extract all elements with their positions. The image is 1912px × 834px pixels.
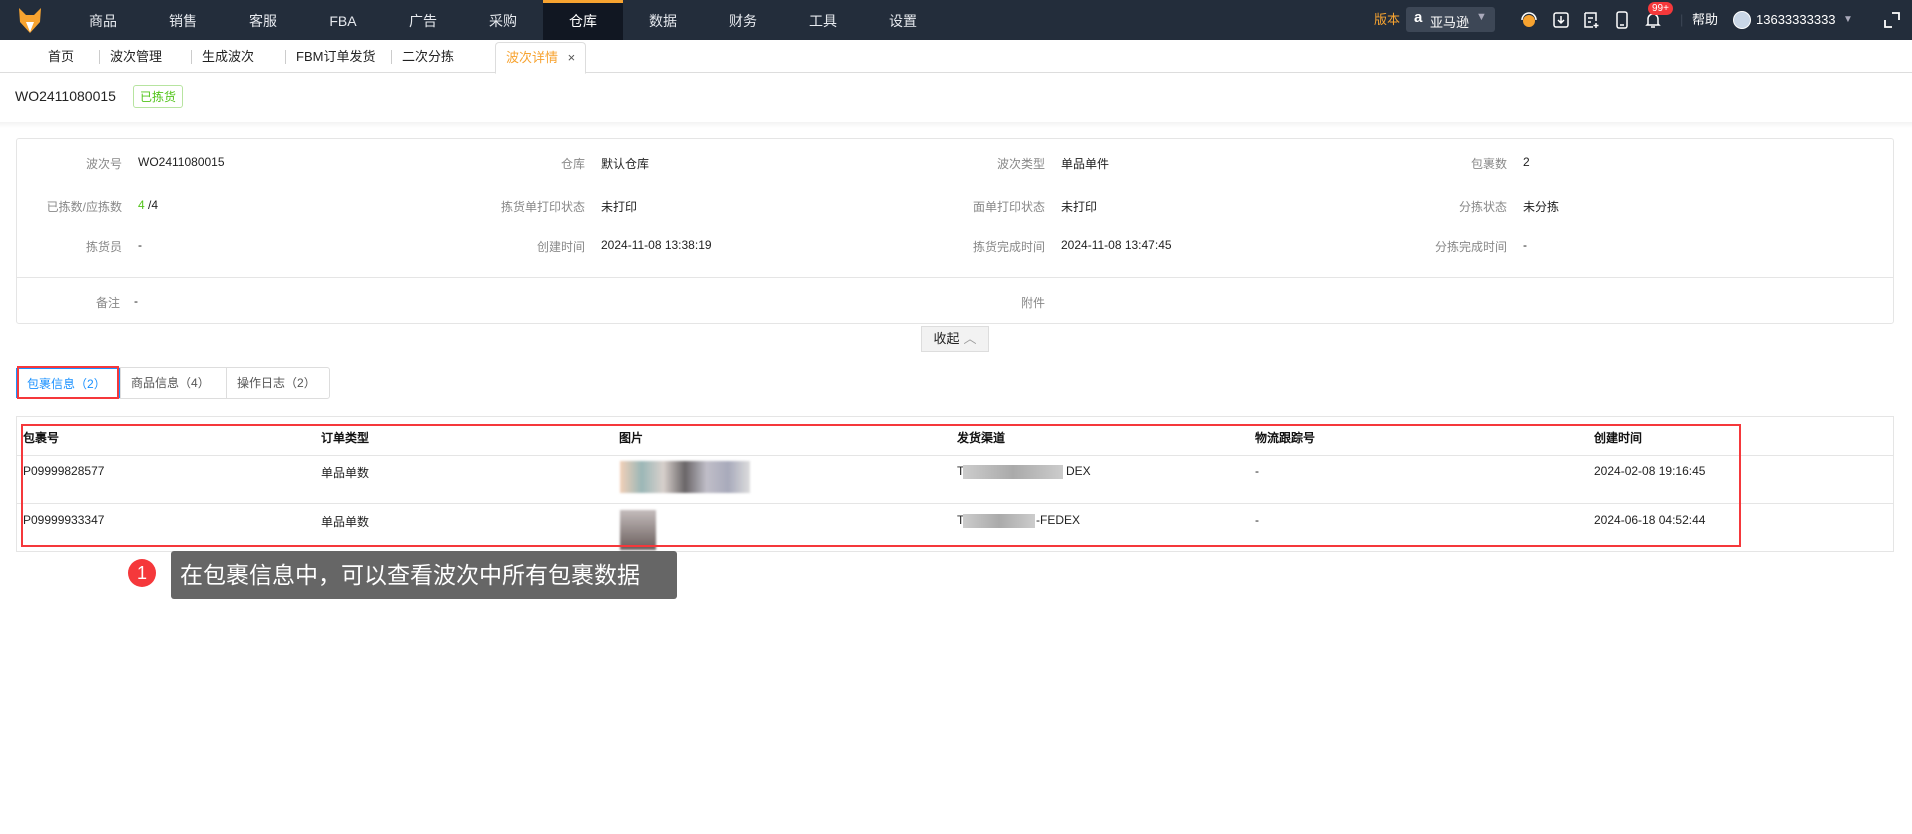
tab-label: 波次详情 bbox=[506, 50, 559, 65]
field-label: 分拣完成时间 bbox=[1434, 240, 1507, 254]
platform-label: 亚马逊 bbox=[1430, 15, 1470, 30]
nav-item[interactable]: 采购 bbox=[463, 0, 543, 40]
nav-item[interactable]: 商品 bbox=[63, 0, 143, 40]
nav-item[interactable]: 销售 bbox=[143, 0, 223, 40]
field-label: 波次号 bbox=[85, 157, 122, 171]
nav-item[interactable]: 广告 bbox=[383, 0, 463, 40]
tab-wave-detail[interactable]: 波次详情 × bbox=[495, 42, 587, 74]
tab-separator bbox=[191, 50, 192, 64]
field-label: 仓库 bbox=[560, 157, 585, 171]
page-tab[interactable]: 首页 bbox=[48, 40, 74, 73]
status-badge: 已拣货 bbox=[133, 85, 184, 108]
nav-item[interactable]: 财务 bbox=[703, 0, 783, 40]
chevron-up-icon: ︿ bbox=[963, 331, 977, 346]
field-label: 拣货员 bbox=[85, 240, 122, 254]
version-link[interactable]: 版本 bbox=[1374, 0, 1400, 40]
subtab-count: （2） bbox=[285, 376, 316, 390]
field-value: 未打印 bbox=[1061, 200, 1098, 214]
field-value: 2 bbox=[1523, 155, 1530, 169]
nav-item[interactable]: 工具 bbox=[783, 0, 863, 40]
nav-item[interactable]: 仓库 bbox=[543, 0, 623, 40]
field-value: - bbox=[138, 238, 142, 252]
page-tab[interactable]: 波次管理 bbox=[110, 40, 162, 73]
mobile-icon[interactable] bbox=[1612, 10, 1632, 30]
attachment-label: 附件 bbox=[1020, 296, 1045, 310]
field-label: 包裹数 bbox=[1470, 157, 1507, 171]
page-tab[interactable]: FBM订单发货 bbox=[296, 40, 375, 73]
subtab[interactable]: 操作日志（2） bbox=[226, 368, 330, 398]
field-label: 创建时间 bbox=[536, 240, 585, 254]
nav-item[interactable]: 数据 bbox=[623, 0, 703, 40]
fullscreen-icon[interactable] bbox=[1882, 10, 1902, 30]
field-label: 拣货单打印状态 bbox=[500, 200, 585, 214]
nav-item[interactable]: FBA bbox=[303, 0, 383, 40]
subtab-label: 商品信息 bbox=[131, 376, 180, 390]
add-document-icon[interactable] bbox=[1581, 10, 1601, 30]
field-value: 2024-11-08 13:38:19 bbox=[601, 238, 712, 252]
field-label: 波次类型 bbox=[996, 157, 1045, 171]
page-title: WO2411080015 bbox=[15, 88, 116, 104]
collapse-label: 收起 bbox=[933, 331, 960, 346]
field-label: 面单打印状态 bbox=[972, 200, 1045, 214]
field-label: 分拣状态 bbox=[1458, 200, 1507, 214]
fox-logo[interactable] bbox=[16, 6, 44, 34]
headset-icon[interactable] bbox=[1519, 10, 1539, 30]
tab-separator bbox=[99, 50, 100, 64]
caret-down-icon[interactable]: ▼ bbox=[1843, 14, 1853, 25]
field-value: 2024-11-08 13:47:45 bbox=[1061, 238, 1172, 252]
remark-value: - bbox=[134, 294, 138, 308]
field-value: 单品单件 bbox=[1061, 157, 1110, 171]
amazon-icon: a bbox=[1414, 9, 1423, 26]
page-tab[interactable]: 二次分拣 bbox=[402, 40, 454, 73]
tab-separator bbox=[285, 50, 286, 64]
field-value: - bbox=[1523, 238, 1527, 252]
page-tabs: 首页 波次管理 生成波次 FBM订单发货 二次分拣 波次详情 × bbox=[0, 40, 1912, 74]
close-icon[interactable]: × bbox=[568, 50, 576, 65]
field-value: 未打印 bbox=[601, 200, 638, 214]
platform-select[interactable]: a 亚马逊 ▼ bbox=[1406, 7, 1495, 32]
subtab-count: （4） bbox=[179, 376, 210, 390]
field-value-total: /4 bbox=[148, 198, 159, 212]
caret-down-icon: ▼ bbox=[1476, 11, 1487, 23]
highlight-box bbox=[17, 366, 119, 399]
notification-badge: 99+ bbox=[1648, 2, 1673, 15]
field-value: 4 bbox=[138, 198, 145, 212]
help-link[interactable]: 帮助 bbox=[1692, 0, 1718, 40]
nav-item[interactable]: 设置 bbox=[863, 0, 943, 40]
highlight-box bbox=[21, 424, 1741, 547]
step-badge: 1 bbox=[128, 559, 156, 587]
page-tab[interactable]: 生成波次 bbox=[202, 40, 254, 73]
avatar[interactable] bbox=[1733, 11, 1751, 29]
field-label: 已拣数/应拣数 bbox=[46, 200, 122, 214]
subtab[interactable]: 商品信息（4） bbox=[120, 368, 224, 398]
remark-label: 备注 bbox=[95, 296, 120, 310]
collapse-button[interactable]: 收起 ︿ bbox=[921, 326, 989, 352]
tab-separator bbox=[391, 50, 392, 64]
download-icon[interactable] bbox=[1551, 10, 1571, 30]
subtab-label: 操作日志 bbox=[237, 376, 286, 390]
top-nav: 商品 销售 客服 FBA 广告 采购 仓库 数据 财务 工具 设置 版本 a 亚马逊 ▼ 99+ |… bbox=[0, 0, 1912, 40]
field-value: WO2411080015 bbox=[138, 155, 225, 169]
field-value: 默认仓库 bbox=[601, 157, 650, 171]
annotation-tooltip: 在包裹信息中，可以查看波次中所有包裹数据 bbox=[171, 551, 677, 599]
field-label: 拣货完成时间 bbox=[972, 240, 1045, 254]
field-value: 未分拣 bbox=[1523, 200, 1560, 214]
nav-item[interactable]: 客服 bbox=[223, 0, 303, 40]
user-phone[interactable]: 13633333333 bbox=[1756, 0, 1836, 40]
